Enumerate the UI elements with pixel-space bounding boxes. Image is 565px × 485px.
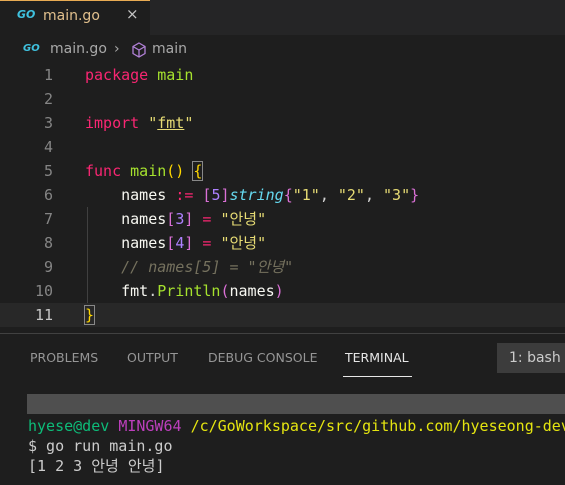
code-line[interactable]: 6 names := [5]string{"1", "2", "3"} [0,183,565,207]
code-line[interactable]: 9 // names[5] = "안녕" [0,255,565,279]
editor-tab-bar: GO main.go × [0,0,565,35]
terminal-result: [1 2 3 안녕 안녕] [28,457,165,475]
tab-output[interactable]: OUTPUT [127,350,178,365]
code-editor[interactable]: 1 package main 2 3 import "fmt" 4 5 func… [0,63,565,333]
terminal-output[interactable]: hyese@dev MINGW64 /c/GoWorkspace/src/git… [0,394,565,485]
go-file-icon: GO [23,43,40,54]
code-line[interactable]: 5 func main() { [0,159,565,183]
line-number: 4 [43,138,53,156]
tab-problems[interactable]: PROBLEMS [30,350,98,365]
code-text: names := [5]string{"1", "2", "3"} [121,186,420,204]
prompt-host: MINGW64 [118,417,182,435]
code-text: fmt.Println(names) [121,282,284,300]
line-number: 7 [43,210,53,228]
code-line[interactable]: 7 names[3] = "안녕" [0,207,565,231]
tab-main-go[interactable]: GO main.go × [0,0,150,35]
code-text: names[4] = "안녕" [121,234,267,252]
line-number: 3 [43,114,53,132]
code-line[interactable]: 2 [0,87,565,111]
go-file-icon: GO [17,8,36,21]
code-line[interactable]: 3 import "fmt" [0,111,565,135]
code-text: import "fmt" [85,114,194,132]
code-line-current[interactable]: 11 } [0,303,565,327]
prompt-user: hyese@dev [28,417,110,435]
breadcrumb-symbol[interactable]: main [152,41,187,57]
line-number: 1 [43,66,53,84]
tab-label: main.go [43,8,100,24]
horizontal-scrollbar[interactable] [27,394,565,414]
code-text: // names[5] = "안녕" [121,258,294,276]
code-text: } [83,305,96,325]
code-line[interactable]: 1 package main [0,63,565,87]
tab-debug-console[interactable]: DEBUG CONSOLE [208,350,317,365]
code-text: names[3] = "안녕" [121,210,267,228]
breadcrumb-file[interactable]: main.go [50,41,107,57]
active-tab-indicator [343,376,412,377]
line-number: 2 [43,90,53,108]
line-number: 6 [43,186,53,204]
terminal-prompt-line: hyese@dev MINGW64 /c/GoWorkspace/src/git… [28,416,565,436]
line-number: 5 [43,162,53,180]
breadcrumb: GO main.go › main [0,35,565,63]
line-number: 8 [43,234,53,252]
terminal-select[interactable]: 1: bash [497,343,565,373]
close-icon[interactable]: × [126,5,139,23]
code-text: package main [85,66,194,84]
code-line[interactable]: 8 names[4] = "안녕" [0,231,565,255]
line-number: 11 [34,306,53,324]
chevron-right-icon: › [114,41,120,57]
tab-terminal[interactable]: TERMINAL [345,350,409,365]
code-line[interactable]: 4 [0,135,565,159]
line-number: 9 [43,258,53,276]
code-line[interactable]: 10 fmt.Println(names) [0,279,565,303]
code-text: func main() { [85,161,204,181]
prompt-path: /c/GoWorkspace/src/github.com/hyeseong-d… [190,417,565,435]
cube-symbol-icon [130,41,148,63]
terminal-command: $ go run main.go [28,437,173,455]
line-number: 10 [34,282,53,300]
bottom-panel: PROBLEMS OUTPUT DEBUG CONSOLE TERMINAL 1… [0,333,565,484]
